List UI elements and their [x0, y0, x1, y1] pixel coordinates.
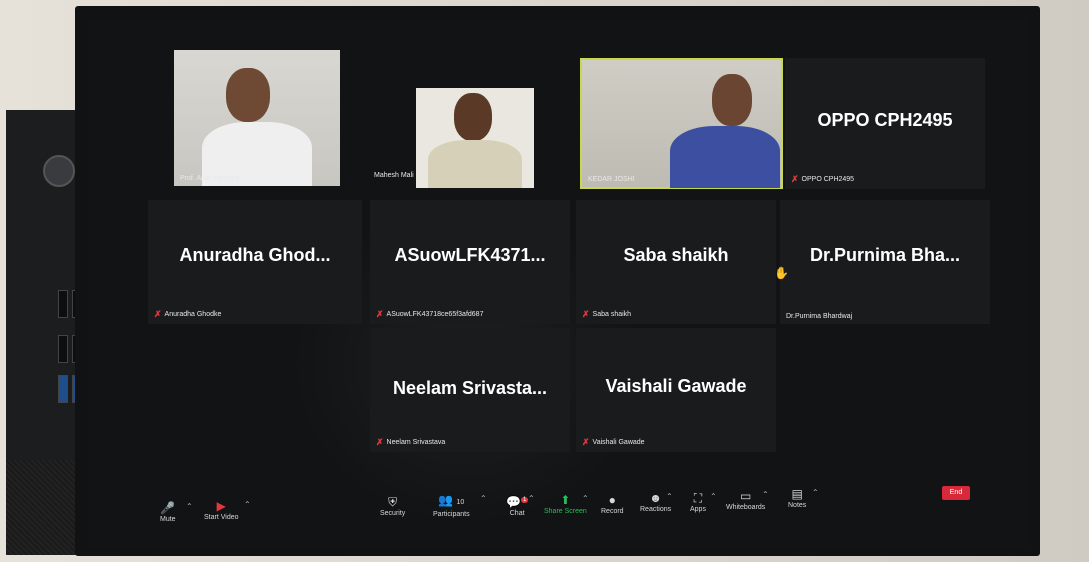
participant-name-label: ✗ Anuradha Ghodke — [154, 309, 222, 319]
participant-name-label: ✗ Vaishali Gawade — [582, 437, 645, 447]
video-options-caret[interactable]: ⌃ — [244, 500, 251, 509]
usb-port — [58, 375, 68, 403]
mic-muted-icon: ✗ — [582, 437, 590, 447]
participant-name-label: KEDAR JOSHI — [588, 176, 635, 183]
end-meeting-button[interactable]: End — [942, 486, 970, 500]
smiley-icon: ☻ — [649, 491, 662, 505]
chat-bubble-icon: 💬 1 — [506, 495, 529, 509]
video-tile-purnima[interactable]: Dr.Purnima Bha... Dr.Purnima Bhardwaj — [780, 200, 990, 324]
record-button[interactable]: ● Record — [601, 492, 624, 515]
chat-button[interactable]: 💬 1 Chat — [506, 492, 529, 517]
participant-name-label: ✗ ASuowLFK43718ce65f3afd687 — [376, 309, 484, 319]
start-video-button[interactable]: ▶ Start Video — [204, 498, 239, 521]
meeting-toolbar: 🎤 Mute ⌃ ▶ Start Video ⌃ ⛨ Security 👥 10… — [88, 486, 1028, 528]
video-tile-vaishali[interactable]: Vaishali Gawade ✗ Vaishali Gawade — [576, 328, 776, 452]
video-tile-oppo[interactable]: OPPO CPH2495 ✗ OPPO CPH2495 — [785, 58, 985, 189]
mic-muted-icon: ✗ — [376, 437, 384, 447]
share-caret[interactable]: ⌃ — [582, 494, 589, 503]
notes-button[interactable]: ▤ Notes — [788, 486, 806, 509]
whiteboards-caret[interactable]: ⌃ — [762, 490, 769, 499]
zoom-window: Prof. Arun Pachore Mahesh Mali KEDAR JOS… — [88, 18, 1028, 548]
participants-count: 10 — [456, 499, 465, 506]
video-feed — [174, 50, 340, 186]
shield-icon: ⛨ — [388, 495, 398, 509]
participant-name-label: ✗ Saba shaikh — [582, 309, 632, 319]
apps-caret[interactable]: ⌃ — [710, 492, 717, 501]
tower-grill — [6, 460, 86, 555]
mic-muted-icon: ✗ — [791, 174, 799, 184]
video-tile-neelam[interactable]: Neelam Srivasta... ✗ Neelam Srivastava — [370, 328, 570, 452]
participant-name-label: ✗ OPPO CPH2495 — [791, 174, 855, 184]
usb-port — [58, 290, 68, 318]
mic-muted-icon: ✗ — [154, 309, 162, 319]
microphone-icon: 🎤 — [160, 501, 176, 515]
apps-button[interactable]: ⛶ Apps — [690, 490, 706, 513]
participant-name-label: Dr.Purnima Bhardwaj — [786, 313, 853, 320]
participants-button[interactable]: 👥 10 Participants — [433, 492, 470, 518]
mic-muted-icon: ✗ — [376, 309, 384, 319]
share-screen-button[interactable]: ⬆ Share Screen — [544, 492, 587, 515]
whiteboards-button[interactable]: ▭ Whiteboards — [726, 488, 765, 511]
video-tile-mahesh[interactable] — [416, 88, 534, 188]
participant-display-name: Neelam Srivasta... — [392, 378, 548, 398]
person-head — [226, 68, 270, 122]
power-button-icon — [43, 155, 75, 187]
apps-icon: ⛶ — [693, 491, 703, 505]
notes-icon: ▤ — [791, 487, 803, 501]
usb-port — [58, 335, 68, 363]
record-icon: ● — [608, 493, 616, 507]
video-tile-arun[interactable]: Prof. Arun Pachore — [174, 50, 340, 186]
reactions-caret[interactable]: ⌃ — [666, 492, 673, 501]
participant-name-label: ✗ Neelam Srivastava — [376, 437, 446, 447]
video-feed — [582, 60, 781, 188]
hand-cursor-icon: ✋ — [774, 266, 789, 280]
video-tile-anuradha[interactable]: Anuradha Ghod... ✗ Anuradha Ghodke — [148, 200, 362, 324]
video-feed — [416, 88, 534, 188]
participant-display-name: ASuowLFK4371... — [394, 245, 546, 265]
people-icon: 👥 10 — [438, 493, 465, 507]
video-off-icon: ▶ — [216, 499, 226, 513]
participant-display-name: OPPO CPH2495 — [817, 110, 953, 130]
participant-display-name: Anuradha Ghod... — [179, 245, 331, 265]
video-tile-asuow[interactable]: ASuowLFK4371... ✗ ASuowLFK43718ce65f3afd6… — [370, 200, 570, 324]
security-button[interactable]: ⛨ Security — [380, 494, 405, 517]
video-tile-saba[interactable]: Saba shaikh ✗ Saba shaikh — [576, 200, 776, 324]
participants-caret[interactable]: ⌃ — [480, 494, 487, 503]
person-shirt — [670, 126, 780, 188]
whiteboard-icon: ▭ — [739, 489, 752, 503]
mic-muted-icon: ✗ — [582, 309, 590, 319]
person-head — [454, 93, 492, 141]
participant-name-label: Mahesh Mali — [374, 172, 414, 179]
video-tile-kedar-active-speaker[interactable]: KEDAR JOSHI — [580, 58, 783, 189]
participant-display-name: Vaishali Gawade — [605, 376, 747, 396]
person-shirt — [428, 140, 522, 188]
participant-display-name: Saba shaikh — [623, 245, 729, 265]
participant-name-label: Prof. Arun Pachore — [180, 175, 240, 182]
participant-display-name: Dr.Purnima Bha... — [809, 245, 961, 265]
mute-button[interactable]: 🎤 Mute — [160, 500, 176, 523]
person-head — [712, 74, 752, 126]
notes-caret[interactable]: ⌃ — [812, 488, 819, 497]
share-screen-icon: ⬆ — [560, 493, 571, 507]
audio-options-caret[interactable]: ⌃ — [186, 502, 193, 511]
chat-caret[interactable]: ⌃ — [528, 494, 535, 503]
